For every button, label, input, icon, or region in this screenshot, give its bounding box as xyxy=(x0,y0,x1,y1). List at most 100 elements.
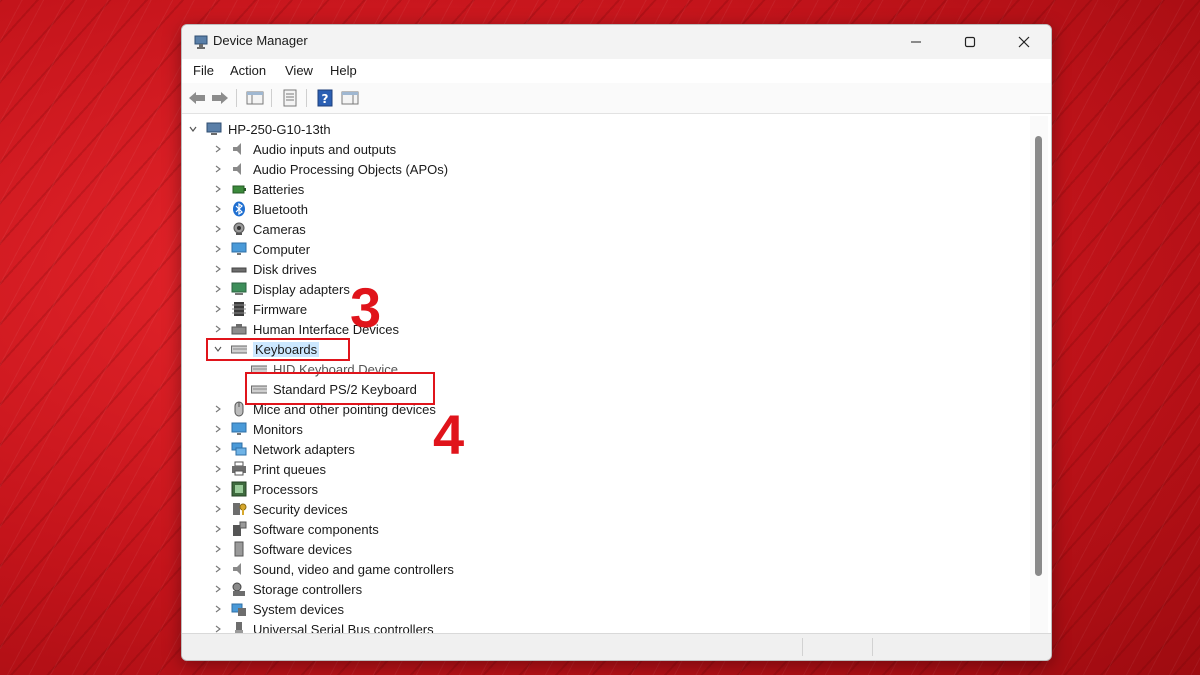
chevron-right-icon[interactable] xyxy=(213,604,223,614)
menu-view[interactable]: View xyxy=(285,63,313,78)
status-segment xyxy=(802,638,803,656)
show-hide-tree-button[interactable] xyxy=(245,88,265,108)
tree-item-label: Monitors xyxy=(253,421,303,437)
properties-button[interactable] xyxy=(280,88,300,108)
help-icon: ? xyxy=(317,89,333,107)
tree-item-software-devices[interactable]: Software devices xyxy=(213,539,352,559)
scrollbar-thumb[interactable] xyxy=(1035,136,1042,576)
bluetooth-icon xyxy=(231,201,247,217)
back-button[interactable] xyxy=(187,88,207,108)
chevron-down-icon[interactable] xyxy=(188,124,198,134)
tree-item-monitors[interactable]: Monitors xyxy=(213,419,303,439)
tree-item-processors[interactable]: Processors xyxy=(213,479,318,499)
forward-button[interactable] xyxy=(210,88,230,108)
speaker-icon xyxy=(231,161,247,177)
title-bar[interactable]: Device Manager xyxy=(182,25,1051,59)
step-number-3: 3 xyxy=(350,276,382,339)
chevron-right-icon[interactable] xyxy=(213,284,223,294)
chevron-right-icon[interactable] xyxy=(213,624,223,633)
menu-action[interactable]: Action xyxy=(230,63,266,78)
chevron-right-icon[interactable] xyxy=(213,244,223,254)
chevron-right-icon[interactable] xyxy=(213,404,223,414)
tree-item-cameras[interactable]: Cameras xyxy=(213,219,306,239)
chevron-right-icon[interactable] xyxy=(213,584,223,594)
tree-item-display-adapters[interactable]: Display adapters xyxy=(213,279,350,299)
chevron-right-icon[interactable] xyxy=(213,504,223,514)
minimize-button[interactable] xyxy=(893,25,939,59)
tree-item-disk-drives[interactable]: Disk drives xyxy=(213,259,317,279)
tree-item-computer[interactable]: Computer xyxy=(213,239,310,259)
monitor-icon xyxy=(231,241,247,257)
chevron-right-icon[interactable] xyxy=(213,444,223,454)
tree-item-bluetooth[interactable]: Bluetooth xyxy=(213,199,308,219)
chevron-right-icon[interactable] xyxy=(213,144,223,154)
tree-item-usb-controllers[interactable]: Universal Serial Bus controllers xyxy=(213,619,434,633)
device-manager-icon xyxy=(193,34,209,50)
tree-item-label: Print queues xyxy=(253,461,326,477)
tree-item-label: Storage controllers xyxy=(253,581,363,597)
toolbar-separator xyxy=(236,89,237,107)
toolbar-separator xyxy=(271,89,272,107)
tree-root[interactable]: HP-250-G10-13th xyxy=(188,119,331,139)
chevron-right-icon[interactable] xyxy=(213,484,223,494)
menu-file[interactable]: File xyxy=(193,63,214,78)
tree-item-storage-controllers[interactable]: Storage controllers xyxy=(213,579,362,599)
tree-item-label: Network adapters xyxy=(253,441,355,457)
network-adapter-icon xyxy=(231,441,247,457)
toolbar: ? xyxy=(182,83,1051,114)
chevron-right-icon[interactable] xyxy=(213,224,223,234)
chevron-right-icon[interactable] xyxy=(213,304,223,314)
tree-item-firmware[interactable]: Firmware xyxy=(213,299,307,319)
maximize-button[interactable] xyxy=(947,25,993,59)
tree-item-network-adapters[interactable]: Network adapters xyxy=(213,439,355,459)
tree-item-sound-video-game[interactable]: Sound, video and game controllers xyxy=(213,559,454,579)
tree-item-label: Audio inputs and outputs xyxy=(253,141,397,157)
tree-item-label: Bluetooth xyxy=(253,201,308,217)
tree-item-system-devices[interactable]: System devices xyxy=(213,599,344,619)
tree-item-print-queues[interactable]: Print queues xyxy=(213,459,326,479)
battery-icon xyxy=(231,181,247,197)
close-button[interactable] xyxy=(1001,25,1047,59)
chevron-right-icon[interactable] xyxy=(213,324,223,334)
tree-item-label: Sound, video and game controllers xyxy=(253,561,454,577)
tree-item-batteries[interactable]: Batteries xyxy=(213,179,304,199)
firmware-chip-icon xyxy=(231,301,247,317)
tree-item-label: Security devices xyxy=(253,501,348,517)
chevron-right-icon[interactable] xyxy=(213,564,223,574)
system-device-icon xyxy=(231,601,247,617)
vertical-scrollbar[interactable] xyxy=(1030,116,1048,633)
chevron-right-icon[interactable] xyxy=(213,184,223,194)
storage-controller-icon xyxy=(231,581,247,597)
processor-icon xyxy=(231,481,247,497)
action-pane-icon xyxy=(341,91,359,105)
status-segment xyxy=(872,638,873,656)
show-hide-tree-icon xyxy=(246,91,264,105)
help-button[interactable]: ? xyxy=(315,88,335,108)
tree-item-software-components[interactable]: Software components xyxy=(213,519,379,539)
chevron-right-icon[interactable] xyxy=(213,264,223,274)
tree-item-label: Batteries xyxy=(253,181,305,197)
chevron-right-icon[interactable] xyxy=(213,164,223,174)
step-number-4: 4 xyxy=(433,403,465,466)
tree-item-label: Cameras xyxy=(253,221,306,237)
tree-item-audio-inputs[interactable]: Audio inputs and outputs xyxy=(213,139,396,159)
speaker-icon xyxy=(231,561,247,577)
tree-root-label: HP-250-G10-13th xyxy=(228,121,331,137)
chevron-right-icon[interactable] xyxy=(213,204,223,214)
chevron-right-icon[interactable] xyxy=(213,524,223,534)
tree-item-label: Universal Serial Bus controllers xyxy=(253,621,434,634)
software-device-icon xyxy=(231,541,247,557)
chevron-right-icon[interactable] xyxy=(213,464,223,474)
software-component-icon xyxy=(231,521,247,537)
tree-item-label: Software devices xyxy=(253,541,352,557)
menu-help[interactable]: Help xyxy=(330,63,357,78)
tree-item-security-devices[interactable]: Security devices xyxy=(213,499,348,519)
action-pane-button[interactable] xyxy=(340,88,360,108)
chevron-right-icon[interactable] xyxy=(213,424,223,434)
properties-icon xyxy=(283,89,297,107)
display-adapter-icon xyxy=(231,281,247,297)
chevron-right-icon[interactable] xyxy=(213,544,223,554)
hid-icon xyxy=(231,321,247,337)
tree-item-label: System devices xyxy=(253,601,345,617)
tree-item-apos[interactable]: Audio Processing Objects (APOs) xyxy=(213,159,448,179)
